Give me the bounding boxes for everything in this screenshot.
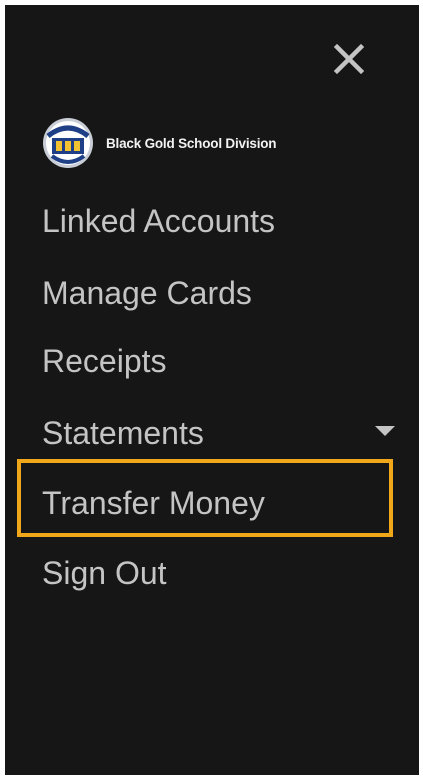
caret-down-icon[interactable] <box>375 426 395 436</box>
close-icon <box>333 43 365 75</box>
menu-item-manage-cards[interactable]: Manage Cards <box>42 263 252 323</box>
organization-name: Black Gold School Division <box>106 135 277 151</box>
organization-header: Black Gold School Division <box>42 108 277 178</box>
menu-item-statements[interactable]: Statements <box>42 403 204 463</box>
school-division-crest-icon <box>43 118 93 168</box>
close-button[interactable] <box>332 42 366 76</box>
menu-item-transfer-money[interactable]: Transfer Money <box>42 473 265 533</box>
menu-item-receipts[interactable]: Receipts <box>42 331 167 391</box>
menu-item-sign-out[interactable]: Sign Out <box>42 543 167 603</box>
side-menu-panel: Black Gold School Division Linked Accoun… <box>5 5 419 775</box>
menu-item-linked-accounts[interactable]: Linked Accounts <box>42 191 275 251</box>
